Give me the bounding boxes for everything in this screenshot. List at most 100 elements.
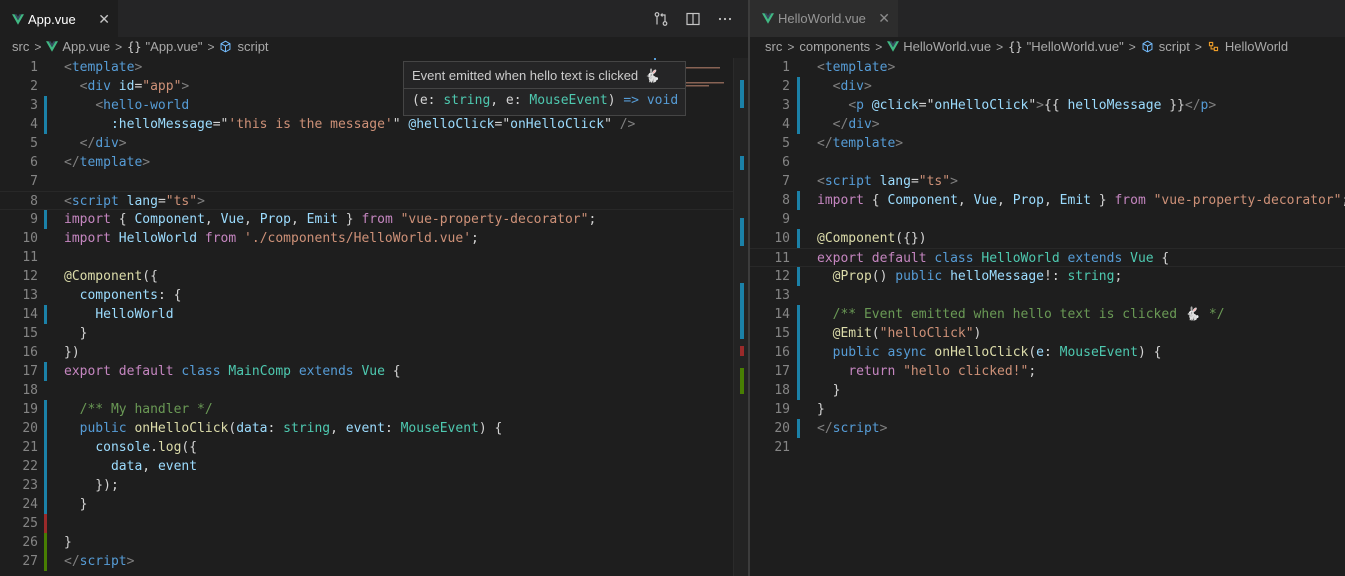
gutter-change-marker[interactable]	[797, 77, 800, 96]
code-line[interactable]: 19}	[750, 400, 1345, 419]
code-line[interactable]: 10 @Component({})	[750, 229, 1345, 248]
gutter-change-marker[interactable]	[44, 514, 47, 533]
line-code: public onHelloClick(data: string, event:…	[64, 419, 503, 438]
breadcrumb-script[interactable]: script	[1159, 39, 1190, 54]
code-line[interactable]: 12 @Prop() public helloMessage!: string;	[750, 267, 1345, 286]
gutter-change-marker[interactable]	[44, 552, 47, 571]
code-line[interactable]: 7 <script lang="ts">	[750, 172, 1345, 191]
code-line[interactable]: 20 public onHelloClick(data: string, eve…	[0, 419, 748, 438]
line-code: }	[817, 400, 825, 419]
gutter-change-marker[interactable]	[44, 305, 47, 324]
code-line[interactable]: 17 export default class MainComp extends …	[0, 362, 748, 381]
code-line[interactable]: 1 <template>	[750, 58, 1345, 77]
code-line[interactable]: 14 HelloWorld	[0, 305, 748, 324]
gutter-change-marker[interactable]	[797, 381, 800, 400]
code-line[interactable]: 21	[750, 438, 1345, 457]
code-line[interactable]: 2 <div>	[750, 77, 1345, 96]
code-line[interactable]: 26}	[0, 533, 748, 552]
breadcrumb-symbol[interactable]: HelloWorld	[1225, 39, 1288, 54]
code-line[interactable]: 5 </template>	[750, 134, 1345, 153]
gutter-change-marker[interactable]	[44, 400, 47, 419]
code-line[interactable]: 11 export default class HelloWorld extend…	[750, 248, 1345, 267]
code-line[interactable]: 16 public async onHelloClick(e: MouseEve…	[750, 343, 1345, 362]
gutter-change-marker[interactable]	[44, 457, 47, 476]
code-line[interactable]: 15 }	[0, 324, 748, 343]
code-line[interactable]: 18 }	[750, 381, 1345, 400]
gutter-change-marker[interactable]	[44, 476, 47, 495]
gutter-change-marker[interactable]	[797, 229, 800, 248]
code-line[interactable]: 6 </template>	[0, 153, 748, 172]
gutter-change-marker[interactable]	[797, 96, 800, 115]
code-line[interactable]: 3 <p @click="onHelloClick">{{ helloMessa…	[750, 96, 1345, 115]
code-line[interactable]: 17 return "hello clicked!";	[750, 362, 1345, 381]
code-line[interactable]: 5 </div>	[0, 134, 748, 153]
breadcrumb-file[interactable]: HelloWorld.vue	[903, 39, 991, 54]
breadcrumb-components[interactable]: components	[799, 39, 870, 54]
code-line[interactable]: 8 <script lang="ts">	[0, 191, 748, 210]
code-line[interactable]: 7	[0, 172, 748, 191]
breadcrumb-src[interactable]: src	[12, 39, 29, 54]
code-line[interactable]: 15 @Emit("helloClick")	[750, 324, 1345, 343]
gutter-change-marker[interactable]	[44, 362, 47, 381]
vertical-scrollbar[interactable]	[733, 58, 748, 576]
split-editor-icon[interactable]	[684, 10, 702, 28]
breadcrumb-file[interactable]: App.vue	[62, 39, 110, 54]
code-line[interactable]: 16})	[0, 343, 748, 362]
gutter-change-marker[interactable]	[797, 305, 800, 324]
code-token: "	[604, 117, 620, 132]
breadcrumb-src[interactable]: src	[765, 39, 782, 54]
code-line[interactable]: 19 /** My handler */	[0, 400, 748, 419]
code-line[interactable]: 8 import { Component, Vue, Prop, Emit } f…	[750, 191, 1345, 210]
code-line[interactable]: 12 @Component({	[0, 267, 748, 286]
code-line[interactable]: 20 </script>	[750, 419, 1345, 438]
gutter-change-marker[interactable]	[44, 495, 47, 514]
breadcrumb-object[interactable]: "HelloWorld.vue"	[1027, 39, 1124, 54]
gutter-change-marker[interactable]	[44, 419, 47, 438]
code-line[interactable]: 13 components: {	[0, 286, 748, 305]
code-token: export	[817, 251, 864, 266]
code-line[interactable]: 4 :helloMessage="'this is the message'" …	[0, 115, 748, 134]
gutter-change-marker[interactable]	[44, 438, 47, 457]
code-line[interactable]: 6	[750, 153, 1345, 172]
breadcrumb-script[interactable]: script	[237, 39, 268, 54]
code-line[interactable]: 4 </div>	[750, 115, 1345, 134]
code-line[interactable]: 13	[750, 286, 1345, 305]
code-line[interactable]: 24 }	[0, 495, 748, 514]
code-line[interactable]: 9	[750, 210, 1345, 229]
code-editor[interactable]: 1 <template> 2 <div id="app"> 3 <hello-worl…	[0, 58, 748, 576]
code-editor[interactable]: 1 <template> 2 <div> 3 <p @click="onHelloCl…	[750, 58, 1345, 576]
code-line[interactable]: 14 /** Event emitted when hello text is …	[750, 305, 1345, 324]
code-line[interactable]: 21 console.log({	[0, 438, 748, 457]
gutter-change-marker[interactable]	[797, 324, 800, 343]
code-line[interactable]: 25	[0, 514, 748, 533]
code-token: div	[87, 79, 111, 94]
gutter-change-marker[interactable]	[797, 115, 800, 134]
gutter-change-marker[interactable]	[797, 191, 800, 210]
compare-changes-icon[interactable]	[652, 10, 670, 28]
code-line[interactable]: 9 import { Component, Vue, Prop, Emit } f…	[0, 210, 748, 229]
gutter-change-marker[interactable]	[44, 115, 47, 134]
tab-helloworld-vue[interactable]: HelloWorld.vue ✕	[750, 0, 898, 37]
code-line[interactable]: 11	[0, 248, 748, 267]
tab-app-vue[interactable]: App.vue ✕	[0, 0, 118, 37]
code-line[interactable]: 23 });	[0, 476, 748, 495]
code-token: =	[910, 174, 919, 189]
gutter-change-marker[interactable]	[797, 343, 800, 362]
gutter-change-marker[interactable]	[44, 210, 47, 229]
breadcrumb-object[interactable]: "App.vue"	[146, 39, 203, 54]
gutter-change-marker[interactable]	[44, 533, 47, 552]
code-line[interactable]: 18	[0, 381, 748, 400]
code-line[interactable]: 27 </script>	[0, 552, 748, 571]
gutter-change-marker[interactable]	[797, 362, 800, 381]
gutter-change-marker[interactable]	[797, 267, 800, 286]
gutter-change-marker[interactable]	[44, 96, 47, 115]
more-actions-icon[interactable]	[716, 10, 734, 28]
code-line[interactable]: 22 data, event	[0, 457, 748, 476]
close-icon[interactable]: ✕	[878, 10, 890, 27]
gutter-change-marker[interactable]	[797, 419, 800, 438]
close-icon[interactable]: ✕	[98, 11, 110, 28]
chevron-right-icon: >	[996, 39, 1004, 54]
code-line[interactable]: 10 import HelloWorld from './components/H…	[0, 229, 748, 248]
